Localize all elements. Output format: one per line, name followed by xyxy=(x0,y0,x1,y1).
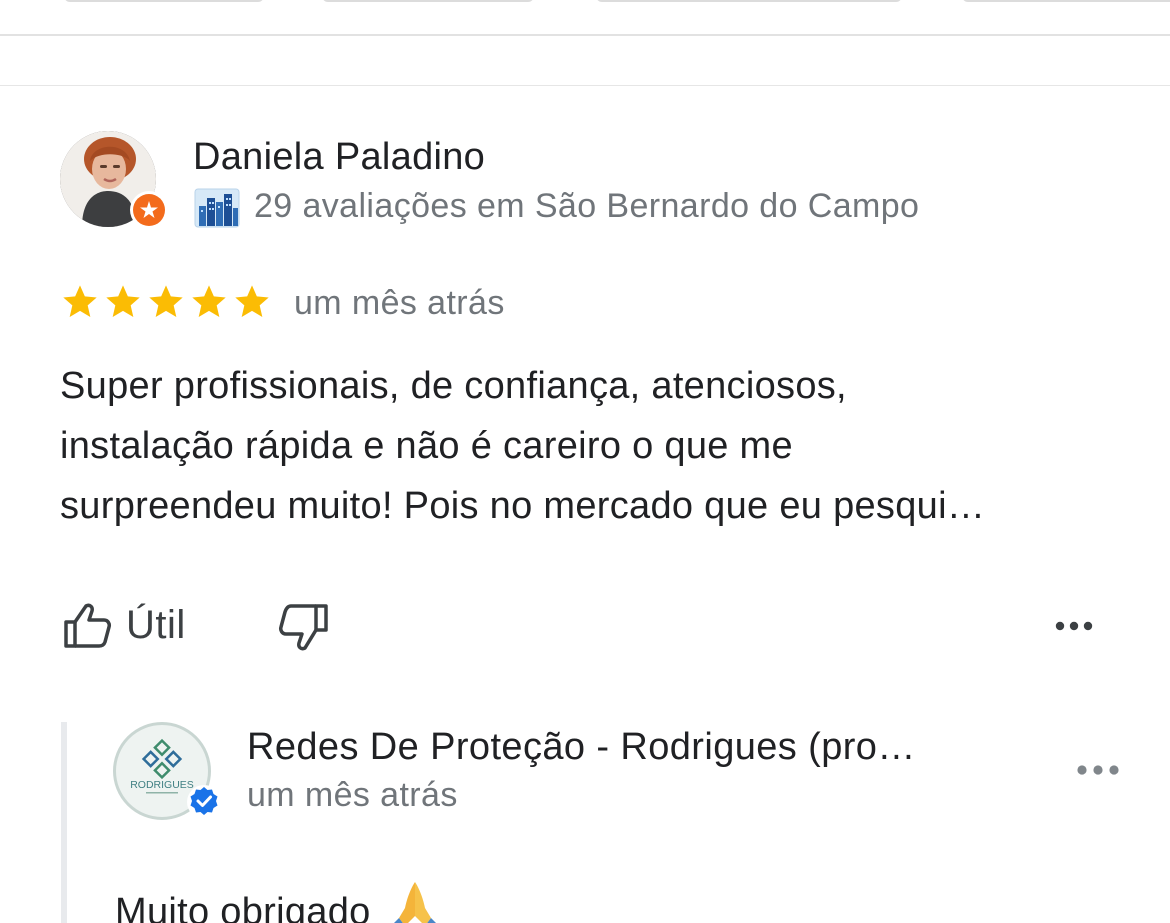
verified-badge-icon xyxy=(187,785,221,819)
like-label: Útil xyxy=(126,602,186,647)
filter-chip-stub[interactable] xyxy=(596,0,902,2)
reply-more-options-icon[interactable] xyxy=(1072,756,1124,784)
review-text-line: instalação rápida e não é careiro o que … xyxy=(60,425,793,467)
review-text-line: Super profissionais, de confiança, atenc… xyxy=(60,365,847,407)
top-divider xyxy=(0,34,1170,36)
review-page: Daniela Paladino 29 avaliações em São Be… xyxy=(0,0,1170,923)
reply-indent-bar xyxy=(61,722,67,923)
reply-text[interactable]: Muito obrigado xyxy=(115,878,441,923)
praying-hands-icon xyxy=(394,882,437,923)
local-guide-star-icon xyxy=(140,201,158,218)
thumbs-down-icon[interactable] xyxy=(272,600,332,656)
star-icon xyxy=(63,285,97,317)
owner-name[interactable]: Redes De Proteção - Rodrigues (pro… xyxy=(247,726,916,769)
reply-date: um mês atrás xyxy=(247,776,458,814)
svg-text:RODRIGUES: RODRIGUES xyxy=(130,779,194,791)
star-rating xyxy=(60,282,272,326)
review-text[interactable]: Super profissionais, de confiança, atenc… xyxy=(60,356,1120,536)
review-text-line: surpreendeu muito! Pois no mercado que e… xyxy=(60,485,986,527)
more-options-icon[interactable] xyxy=(1050,612,1098,640)
city-icon xyxy=(194,188,240,228)
filter-chip-stub[interactable] xyxy=(962,0,1170,2)
reviewer-review-count[interactable]: 29 avaliações em São Bernardo do Campo xyxy=(254,187,919,226)
star-icon xyxy=(192,285,226,317)
reply-text-content: Muito obrigado xyxy=(115,891,371,923)
review-date: um mês atrás xyxy=(294,284,505,322)
filter-chip-stub[interactable] xyxy=(64,0,264,2)
star-icon xyxy=(235,285,269,317)
section-divider xyxy=(0,85,1170,86)
like-button[interactable]: Útil xyxy=(60,598,186,652)
star-icon xyxy=(149,285,183,317)
local-guide-badge xyxy=(130,191,168,229)
filter-chip-stub[interactable] xyxy=(322,0,534,2)
star-icon xyxy=(106,285,140,317)
reviewer-name[interactable]: Daniela Paladino xyxy=(193,136,485,179)
thumbs-up-icon xyxy=(64,603,111,648)
